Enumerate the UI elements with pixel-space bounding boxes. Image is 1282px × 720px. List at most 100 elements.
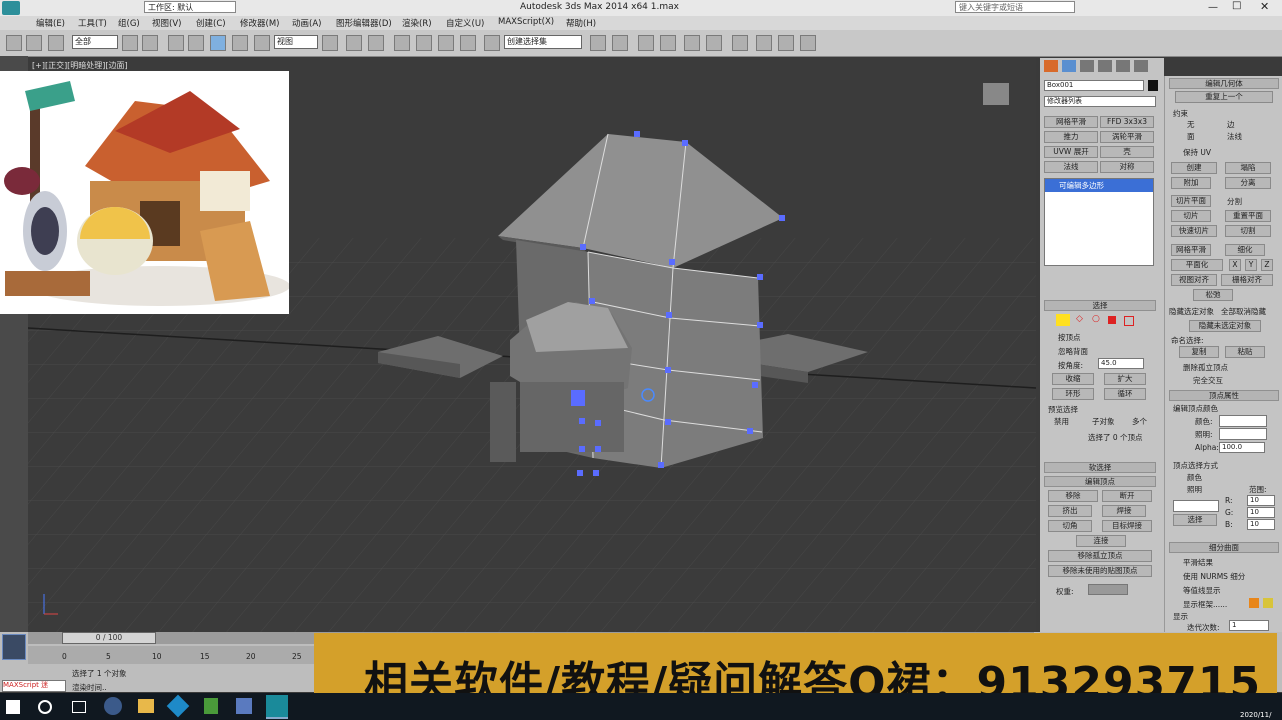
chamfer-button[interactable]: 切角 — [1048, 520, 1092, 532]
split-checkbox[interactable]: 分割 — [1227, 196, 1242, 207]
rollout-subdivision-surface[interactable]: 细分曲面 — [1169, 542, 1279, 553]
edit-named-sel-icon[interactable] — [484, 35, 500, 51]
isoline-display-checkbox[interactable]: 等值线显示 — [1183, 585, 1221, 596]
render-setup-icon[interactable] — [756, 35, 772, 51]
app-taskbar-icon-3[interactable] — [204, 698, 218, 714]
planar-y-button[interactable]: Y — [1245, 259, 1257, 271]
copy-button[interactable]: 复制 — [1179, 346, 1219, 358]
rollout-edit-vertices[interactable]: 编辑顶点 — [1044, 476, 1156, 487]
quickslice-button[interactable]: 快速切片 — [1171, 225, 1217, 237]
cage-color-2[interactable] — [1263, 598, 1273, 608]
object-color-swatch[interactable] — [1148, 80, 1158, 91]
smooth-result-checkbox[interactable]: 平滑结果 — [1183, 557, 1213, 568]
unhide-all-button[interactable]: 全部取消隐藏 — [1221, 306, 1266, 317]
mod-meshsmooth-button[interactable]: 网格平滑 — [1044, 116, 1098, 128]
by-angle-checkbox[interactable]: 按角度: — [1058, 360, 1083, 371]
relax-button[interactable]: 松弛 — [1193, 289, 1233, 301]
rollout-edit-geometry[interactable]: 编辑几何体 — [1169, 78, 1279, 89]
r-spinner[interactable]: 10 — [1247, 495, 1275, 506]
ring-button[interactable]: 环形 — [1052, 388, 1094, 400]
edge-mode-icon[interactable]: ◇ — [1076, 314, 1083, 324]
element-mode-icon[interactable] — [1124, 316, 1134, 326]
align-icon[interactable] — [612, 35, 628, 51]
reference-coord-select[interactable]: 视图 — [274, 35, 318, 49]
show-cage-checkbox[interactable]: 显示框架...... — [1183, 599, 1227, 610]
rendered-frame-icon[interactable] — [778, 35, 794, 51]
modifier-stack[interactable]: 可编辑多边形 — [1044, 178, 1154, 266]
remove-button[interactable]: 移除 — [1048, 490, 1098, 502]
maximize-icon[interactable]: □ — [1232, 0, 1241, 11]
workspace-select[interactable]: 工作区: 默认 — [144, 1, 236, 13]
preview-off-radio[interactable]: 禁用 — [1054, 416, 1069, 427]
constraint-face-radio[interactable]: 面 — [1187, 131, 1195, 142]
connect-button[interactable]: 连接 — [1076, 535, 1126, 547]
app-taskbar-icon-1[interactable] — [104, 697, 122, 715]
utilities-tab-icon[interactable] — [1134, 60, 1148, 72]
ignore-backfacing-checkbox[interactable]: 忽略背面 — [1058, 346, 1088, 357]
rollout-vertex-properties[interactable]: 顶点属性 — [1169, 390, 1279, 401]
weld-button[interactable]: 焊接 — [1102, 505, 1146, 517]
hide-selected-button[interactable]: 隐藏选定对象 — [1169, 306, 1214, 317]
layer-manager-icon[interactable] — [638, 35, 654, 51]
select-by-illum-radio[interactable]: 照明 — [1187, 484, 1202, 495]
modify-tab-icon[interactable] — [1062, 60, 1076, 72]
mirror-icon[interactable] — [590, 35, 606, 51]
delete-isolated-checkbox[interactable]: 删除孤立顶点 — [1183, 362, 1228, 373]
menu-modifiers[interactable]: 修改器(M) — [240, 17, 279, 29]
link-icon[interactable] — [6, 35, 22, 51]
folder-icon[interactable] — [138, 699, 154, 713]
search-circle-icon[interactable] — [38, 700, 52, 714]
unlink-icon[interactable] — [26, 35, 42, 51]
mod-ffd-button[interactable]: FFD 3x3x3 — [1100, 116, 1154, 128]
minimize-icon[interactable]: — — [1208, 2, 1218, 13]
hierarchy-tab-icon[interactable] — [1080, 60, 1094, 72]
planar-x-button[interactable]: X — [1229, 259, 1241, 271]
stack-item-editable-poly[interactable]: 可编辑多边形 — [1045, 179, 1153, 192]
vertex-color-swatch[interactable] — [1219, 415, 1267, 427]
bind-icon[interactable] — [48, 35, 64, 51]
schematic-view-icon[interactable] — [706, 35, 722, 51]
modifier-list-select[interactable]: 修改器列表 — [1044, 96, 1156, 107]
task-view-icon[interactable] — [72, 701, 86, 713]
manipulate-icon[interactable] — [346, 35, 362, 51]
move-icon[interactable] — [210, 35, 226, 51]
menu-group[interactable]: 组(G) — [118, 17, 140, 29]
use-nurms-checkbox[interactable]: 使用 NURMS 细分 — [1183, 571, 1245, 582]
menu-create[interactable]: 创建(C) — [196, 17, 226, 29]
object-name-field[interactable]: Box001 — [1044, 80, 1144, 91]
select-by-color-radio[interactable]: 颜色 — [1187, 472, 1202, 483]
angle-snap-icon[interactable] — [416, 35, 432, 51]
rotate-icon[interactable] — [232, 35, 248, 51]
create-tab-icon[interactable] — [1044, 60, 1058, 72]
reset-plane-button[interactable]: 重置平面 — [1225, 210, 1271, 222]
mod-uvw-button[interactable]: UVW 展开 — [1044, 146, 1098, 158]
app-taskbar-icon-2[interactable] — [166, 694, 190, 718]
full-interactivity-checkbox[interactable]: 完全交互 — [1193, 375, 1223, 386]
b-spinner[interactable]: 10 — [1247, 519, 1275, 530]
close-icon[interactable]: ✕ — [1260, 0, 1269, 13]
selection-filter-select[interactable]: 全部 — [72, 35, 118, 49]
create-button[interactable]: 创建 — [1171, 162, 1217, 174]
mod-normal-button[interactable]: 法线 — [1044, 161, 1098, 173]
preview-multi-radio[interactable]: 多个 — [1132, 416, 1147, 427]
repeat-last-button[interactable]: 重复上一个 — [1175, 91, 1273, 103]
maxscript-listener[interactable]: MAXScript 迷 — [2, 680, 66, 692]
attach-button[interactable]: 附加 — [1171, 177, 1211, 189]
preview-subobject-radio[interactable]: 子对象 — [1092, 416, 1115, 427]
preserve-uv-checkbox[interactable]: 保持 UV — [1183, 147, 1211, 158]
mod-turbosmooth-button[interactable]: 涡轮平滑 — [1100, 131, 1154, 143]
rect-region-icon[interactable] — [168, 35, 184, 51]
planarize-button[interactable]: 平面化 — [1171, 259, 1223, 271]
rollout-soft-selection[interactable]: 软选择 — [1044, 462, 1156, 473]
menu-customize[interactable]: 自定义(U) — [446, 17, 484, 29]
cut-button[interactable]: 切割 — [1225, 225, 1271, 237]
menu-maxscript[interactable]: MAXScript(X) — [498, 17, 554, 27]
iterations-spinner[interactable]: 1 — [1229, 620, 1269, 631]
extrude-button[interactable]: 挤出 — [1048, 505, 1092, 517]
constraint-none-radio[interactable]: 无 — [1187, 119, 1195, 130]
3dsmax-taskbar-icon[interactable] — [266, 695, 288, 719]
ribbon-icon[interactable] — [660, 35, 676, 51]
constraint-edge-radio[interactable]: 边 — [1227, 119, 1235, 130]
slice-plane-button[interactable]: 切片平面 — [1171, 195, 1211, 207]
app-taskbar-icon-4[interactable] — [236, 698, 252, 714]
